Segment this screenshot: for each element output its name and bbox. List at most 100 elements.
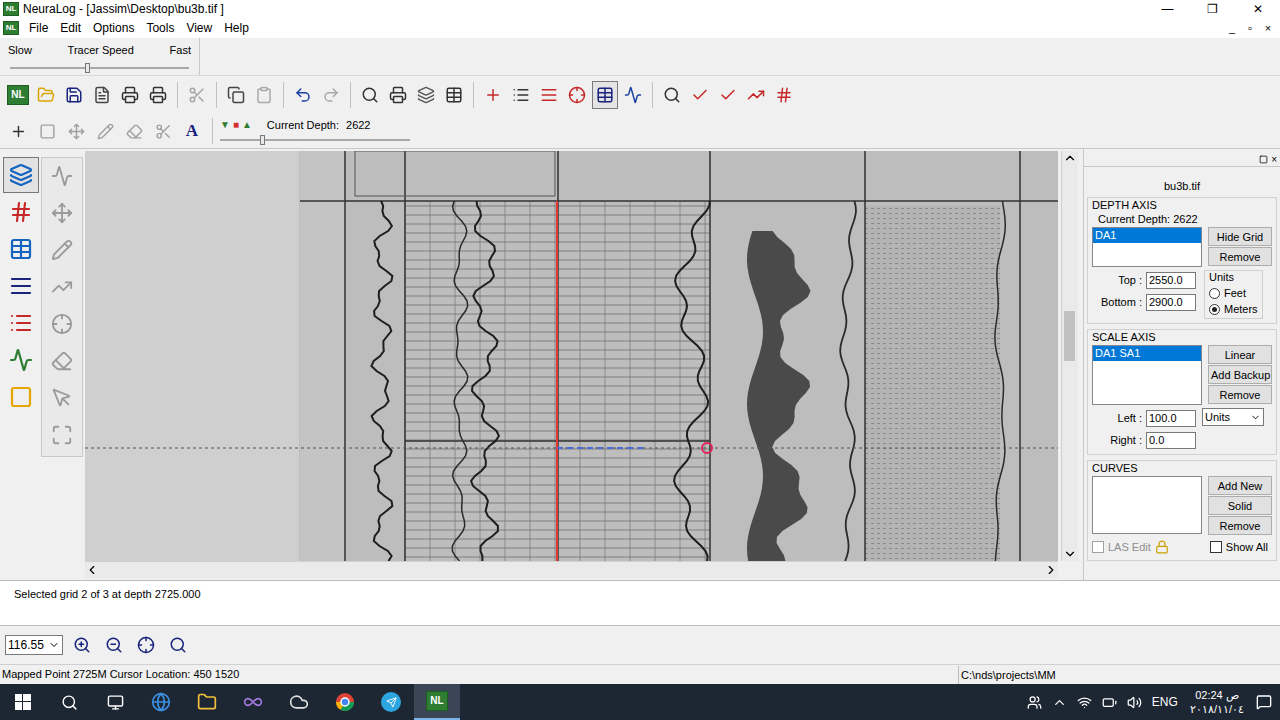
edit-tool-button[interactable] xyxy=(92,118,118,144)
mode-tool-button[interactable] xyxy=(3,268,39,304)
mode-tool-button[interactable] xyxy=(3,305,39,341)
clock[interactable]: 02:24 ص٢٠١٨/١١/٠٤ xyxy=(1188,688,1246,716)
mode-tool-button[interactable] xyxy=(3,194,39,230)
toolbar-button[interactable] xyxy=(480,81,506,109)
radio-option[interactable]: Meters xyxy=(1209,302,1258,316)
vertical-scrollbar[interactable] xyxy=(1061,151,1078,561)
edit-tool-button[interactable] xyxy=(63,118,89,144)
tracer-speed-slider[interactable] xyxy=(10,63,189,73)
curve-tool-button[interactable] xyxy=(44,269,80,305)
menu-item[interactable]: Help xyxy=(218,19,255,37)
toolbar-button[interactable] xyxy=(715,81,741,109)
edit-tool-button[interactable] xyxy=(121,118,147,144)
text-field[interactable]: 100.0 xyxy=(1146,410,1196,427)
panel-button[interactable]: Add New xyxy=(1208,476,1272,495)
toolbar-button[interactable]: NL xyxy=(5,81,31,109)
checkbox-option[interactable]: LAS Edit xyxy=(1092,539,1169,556)
menu-item[interactable]: Tools xyxy=(140,19,180,37)
panel-button[interactable]: Remove xyxy=(1208,247,1272,266)
toolbar-button[interactable] xyxy=(145,81,171,109)
close-panel-button[interactable]: × xyxy=(1271,155,1277,165)
taskbar-app[interactable]: NL xyxy=(414,684,460,720)
input-language[interactable]: ENG xyxy=(1152,693,1178,711)
panel-button[interactable]: Remove xyxy=(1208,385,1272,404)
list-item[interactable]: DA1 SA1 xyxy=(1093,346,1201,361)
window-control-button[interactable]: ❐ xyxy=(1190,0,1235,18)
taskbar-app[interactable] xyxy=(46,684,92,720)
toolbar-button[interactable] xyxy=(357,81,383,109)
edit-tool-button[interactable] xyxy=(150,118,176,144)
toolbar-button[interactable] xyxy=(89,81,115,109)
mdi-control-button[interactable]: ▫ xyxy=(1242,20,1258,36)
radio-icon[interactable] xyxy=(1209,288,1220,299)
toolbar-button[interactable] xyxy=(251,81,277,109)
toolbar-button[interactable] xyxy=(743,81,769,109)
units-dropdown[interactable]: Units xyxy=(1202,408,1264,426)
edit-tool-button[interactable] xyxy=(5,118,31,144)
zoom-dropdown[interactable]: 116.55 xyxy=(5,635,63,655)
horizontal-scrollbar[interactable] xyxy=(85,561,1058,578)
panel-button[interactable]: Linear xyxy=(1208,345,1272,364)
checkbox-icon[interactable] xyxy=(1092,541,1104,553)
menu-item[interactable]: Edit xyxy=(54,19,87,37)
zoom-button[interactable] xyxy=(133,632,159,658)
toolbar-button[interactable] xyxy=(61,81,87,109)
toolbar-button[interactable] xyxy=(659,81,685,109)
toolbar-button[interactable] xyxy=(687,81,713,109)
taskbar-app[interactable] xyxy=(230,684,276,720)
text-tool-button[interactable]: A xyxy=(179,118,205,144)
toolbar-button[interactable] xyxy=(385,81,411,109)
toolbar-button[interactable] xyxy=(536,81,562,109)
edit-tool-button[interactable] xyxy=(34,118,60,144)
image-canvas[interactable] xyxy=(85,151,1058,561)
text-field[interactable]: 0.0 xyxy=(1146,432,1196,449)
toolbar-button[interactable] xyxy=(413,81,439,109)
toolbar-button[interactable] xyxy=(184,81,210,109)
network-icon[interactable] xyxy=(1077,695,1092,710)
curve-tool-button[interactable] xyxy=(44,380,80,416)
text-field[interactable]: 2900.0 xyxy=(1146,294,1196,311)
volume-icon[interactable] xyxy=(1127,695,1142,710)
taskbar-app[interactable] xyxy=(322,684,368,720)
checkbox-icon[interactable] xyxy=(1210,541,1222,553)
slider-thumb[interactable] xyxy=(85,63,90,73)
list-box[interactable]: DA1 SA1 xyxy=(1092,345,1202,405)
curve-tool-button[interactable] xyxy=(44,343,80,379)
curve-tool-button[interactable] xyxy=(44,306,80,342)
menu-item[interactable]: Options xyxy=(87,19,140,37)
text-field[interactable]: 2550.0 xyxy=(1146,272,1196,289)
taskbar-app[interactable] xyxy=(0,684,46,720)
panel-button[interactable]: Add Backup xyxy=(1208,365,1272,384)
toolbar-button[interactable] xyxy=(290,81,316,109)
curve-tool-button[interactable] xyxy=(44,417,80,453)
window-control-button[interactable]: ✕ xyxy=(1235,0,1280,18)
toolbar-button[interactable] xyxy=(771,81,797,109)
taskbar-app[interactable] xyxy=(368,684,414,720)
mode-tool-button[interactable] xyxy=(3,379,39,415)
taskbar-app[interactable] xyxy=(138,684,184,720)
battery-icon[interactable] xyxy=(1102,695,1117,710)
depth-nav-button[interactable]: ▼ xyxy=(220,119,230,131)
radio-icon[interactable] xyxy=(1209,304,1220,315)
toolbar-button[interactable] xyxy=(117,81,143,109)
panel-button[interactable]: Hide Grid xyxy=(1208,227,1272,246)
panel-button[interactable]: Remove xyxy=(1208,516,1272,535)
toolbar-button[interactable] xyxy=(318,81,344,109)
show-hidden-icons-icon[interactable] xyxy=(1052,695,1067,710)
curve-tool-button[interactable] xyxy=(44,232,80,268)
mdi-control-button[interactable]: _ xyxy=(1224,20,1240,36)
toolbar-button[interactable] xyxy=(441,81,467,109)
list-box[interactable] xyxy=(1092,476,1202,534)
zoom-button[interactable] xyxy=(165,632,191,658)
depth-nav-button[interactable]: ▲ xyxy=(242,119,252,131)
menu-item[interactable]: View xyxy=(180,19,218,37)
mdi-control-button[interactable]: × xyxy=(1260,20,1276,36)
toolbar-button[interactable] xyxy=(223,81,249,109)
zoom-button[interactable] xyxy=(101,632,127,658)
panel-button[interactable]: Solid xyxy=(1208,496,1272,515)
toolbar-button[interactable] xyxy=(508,81,534,109)
menu-item[interactable]: File xyxy=(23,19,54,37)
toolbar-button[interactable] xyxy=(564,81,590,109)
scroll-thumb[interactable] xyxy=(1064,311,1075,361)
mode-tool-button[interactable] xyxy=(3,231,39,267)
